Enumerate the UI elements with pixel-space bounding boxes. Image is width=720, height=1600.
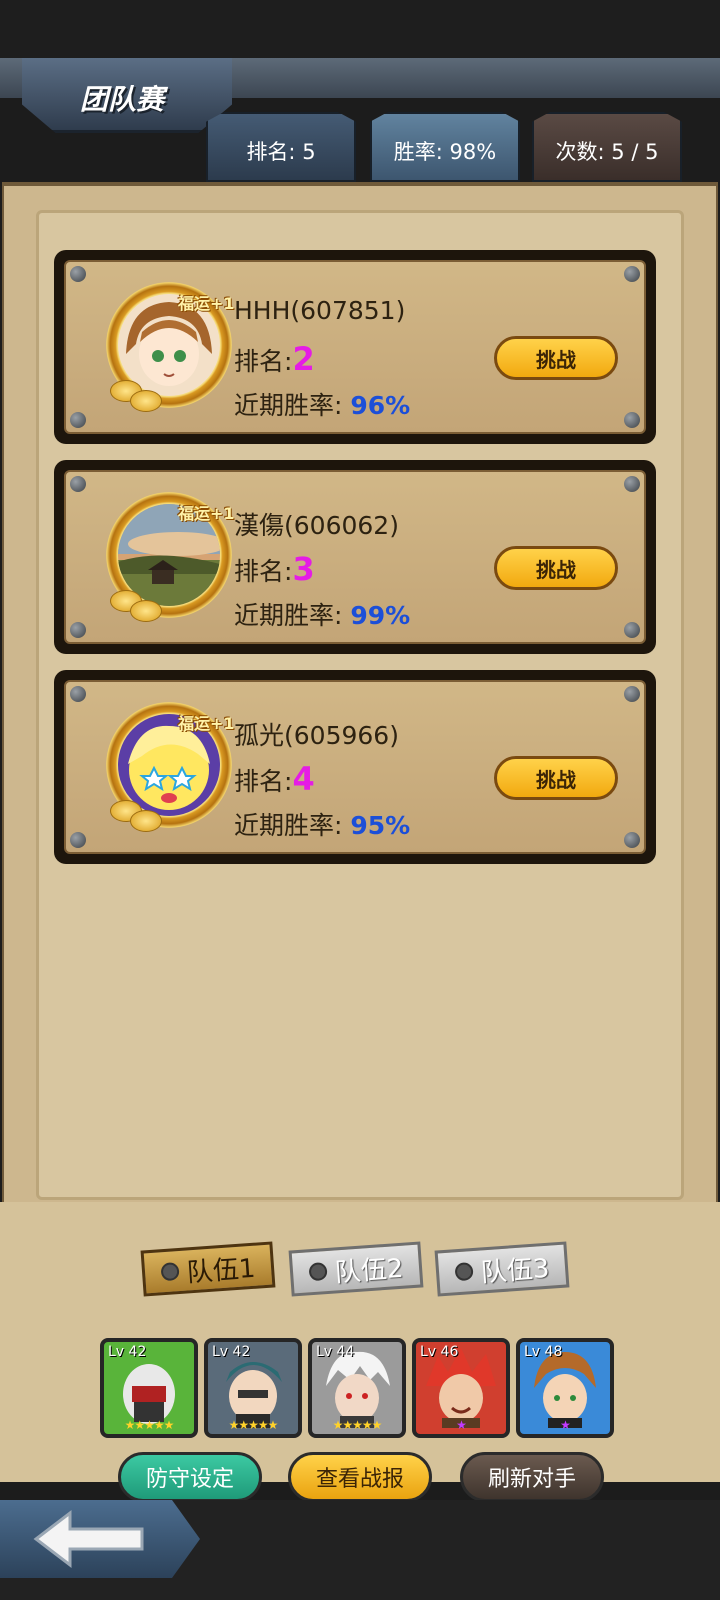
attempts-stat-label: 次数: 5 / 5 bbox=[555, 140, 659, 164]
hero-slot[interactable]: Lv 48 ★ bbox=[516, 1338, 614, 1438]
winrate-stat-tab: 胜率: 98% bbox=[370, 112, 520, 182]
luck-badge: 福运+1 bbox=[178, 504, 235, 523]
rank-label: 排名: bbox=[234, 767, 293, 796]
rank-value: 3 bbox=[292, 550, 315, 588]
back-arrow-icon bbox=[33, 1509, 144, 1569]
player-winrate: 近期胜率: 95% bbox=[234, 806, 410, 842]
gold-ingot-icon bbox=[130, 810, 162, 832]
tab-label: 队伍1 bbox=[185, 1253, 257, 1288]
view-battle-report-button[interactable]: 查看战报 bbox=[288, 1452, 432, 1502]
rivet-icon bbox=[70, 622, 86, 638]
winrate-value: 99% bbox=[350, 601, 411, 630]
winrate-value: 95% bbox=[350, 811, 411, 840]
tab-dot-icon bbox=[308, 1262, 328, 1282]
winrate-label: 近期胜率: bbox=[234, 811, 343, 840]
rivet-icon bbox=[70, 832, 86, 848]
winrate-stat-label: 胜率: 98% bbox=[393, 140, 497, 164]
rank-value: 4 bbox=[292, 760, 315, 798]
rivet-icon bbox=[624, 832, 640, 848]
winrate-label: 近期胜率: bbox=[234, 601, 343, 630]
player-rank: 排名:4 bbox=[234, 760, 315, 798]
hero-level: Lv 44 bbox=[316, 1344, 355, 1360]
hero-slot[interactable]: Lv 46 ★ bbox=[412, 1338, 510, 1438]
hero-stars: ★★★★★ bbox=[124, 1418, 175, 1432]
attempts-stat-tab: 次数: 5 / 5 bbox=[532, 112, 682, 182]
hero-slot[interactable]: Lv 42 ★★★★★ bbox=[100, 1338, 198, 1438]
tab-dot-icon bbox=[454, 1262, 474, 1282]
rivet-icon bbox=[624, 266, 640, 282]
top-bar bbox=[0, 0, 720, 58]
winrate-value: 96% bbox=[350, 391, 411, 420]
rivet-icon bbox=[70, 686, 86, 702]
hero-stars: ★★★★★ bbox=[228, 1418, 279, 1432]
rank-label: 排名: bbox=[234, 347, 293, 376]
defense-settings-button[interactable]: 防守设定 bbox=[118, 1452, 262, 1502]
gold-ingot-icon bbox=[130, 600, 162, 622]
hero-stars: ★★★★★ bbox=[332, 1418, 383, 1432]
page-title: 团队赛 bbox=[80, 83, 165, 116]
challenge-button[interactable]: 挑战 bbox=[494, 546, 618, 590]
winrate-label: 近期胜率: bbox=[234, 391, 343, 420]
opponent-card-body: 福运+1 漢傷(606062) 排名:3 近期胜率: 99% 挑战 bbox=[64, 470, 646, 644]
player-winrate: 近期胜率: 99% bbox=[234, 596, 410, 632]
opponent-card-body: 福运+1 孤光(605966) 排名:4 近期胜率: 95% 挑战 bbox=[64, 680, 646, 854]
rank-label: 排名: bbox=[234, 557, 293, 586]
refresh-opponents-button[interactable]: 刷新对手 bbox=[460, 1452, 604, 1502]
hero-level: Lv 46 bbox=[420, 1344, 459, 1360]
luck-badge: 福运+1 bbox=[178, 294, 235, 313]
rank-stat-tab: 排名: 5 bbox=[206, 112, 356, 182]
rivet-icon bbox=[70, 266, 86, 282]
opponent-card: 福运+1 漢傷(606062) 排名:3 近期胜率: 99% 挑战 bbox=[54, 460, 656, 654]
tab-team-2[interactable]: 队伍2 bbox=[288, 1241, 424, 1297]
challenge-button[interactable]: 挑战 bbox=[494, 336, 618, 380]
rivet-icon bbox=[624, 476, 640, 492]
hero-slot[interactable]: Lv 42 ★★★★★ bbox=[204, 1338, 302, 1438]
rivet-icon bbox=[624, 412, 640, 428]
rivet-icon bbox=[624, 622, 640, 638]
rivet-icon bbox=[70, 476, 86, 492]
player-name: 孤光(605966) bbox=[234, 721, 399, 750]
challenge-button[interactable]: 挑战 bbox=[494, 756, 618, 800]
hero-level: Lv 48 bbox=[524, 1344, 563, 1360]
tab-label: 队伍3 bbox=[479, 1253, 551, 1288]
rivet-icon bbox=[70, 412, 86, 428]
opponent-card: 福运+1 孤光(605966) 排名:4 近期胜率: 95% 挑战 bbox=[54, 670, 656, 864]
rank-value: 2 bbox=[292, 340, 315, 378]
player-rank: 排名:2 bbox=[234, 340, 315, 378]
player-winrate: 近期胜率: 96% bbox=[234, 386, 410, 422]
opponent-card-body: 福运+1 HHH(607851) 排名:2 近期胜率: 96% 挑战 bbox=[64, 260, 646, 434]
player-name: HHH(607851) bbox=[234, 296, 406, 325]
gold-ingot-icon bbox=[130, 390, 162, 412]
hero-stars: ★ bbox=[456, 1418, 467, 1432]
luck-badge: 福运+1 bbox=[178, 714, 235, 733]
hero-level: Lv 42 bbox=[108, 1344, 147, 1360]
tab-label: 队伍2 bbox=[333, 1253, 405, 1288]
tab-dot-icon bbox=[160, 1262, 180, 1282]
hero-slot[interactable]: Lv 44 ★★★★★ bbox=[308, 1338, 406, 1438]
hero-level: Lv 42 bbox=[212, 1344, 251, 1360]
rank-stat-label: 排名: 5 bbox=[246, 140, 316, 164]
hero-stars: ★ bbox=[560, 1418, 571, 1432]
player-name: 漢傷(606062) bbox=[234, 511, 399, 540]
back-button[interactable] bbox=[0, 1500, 200, 1578]
tab-team-3[interactable]: 队伍3 bbox=[434, 1241, 570, 1297]
opponent-card: 福运+1 HHH(607851) 排名:2 近期胜率: 96% 挑战 bbox=[54, 250, 656, 444]
player-rank: 排名:3 bbox=[234, 550, 315, 588]
rivet-icon bbox=[624, 686, 640, 702]
tab-team-1[interactable]: 队伍1 bbox=[140, 1241, 276, 1297]
